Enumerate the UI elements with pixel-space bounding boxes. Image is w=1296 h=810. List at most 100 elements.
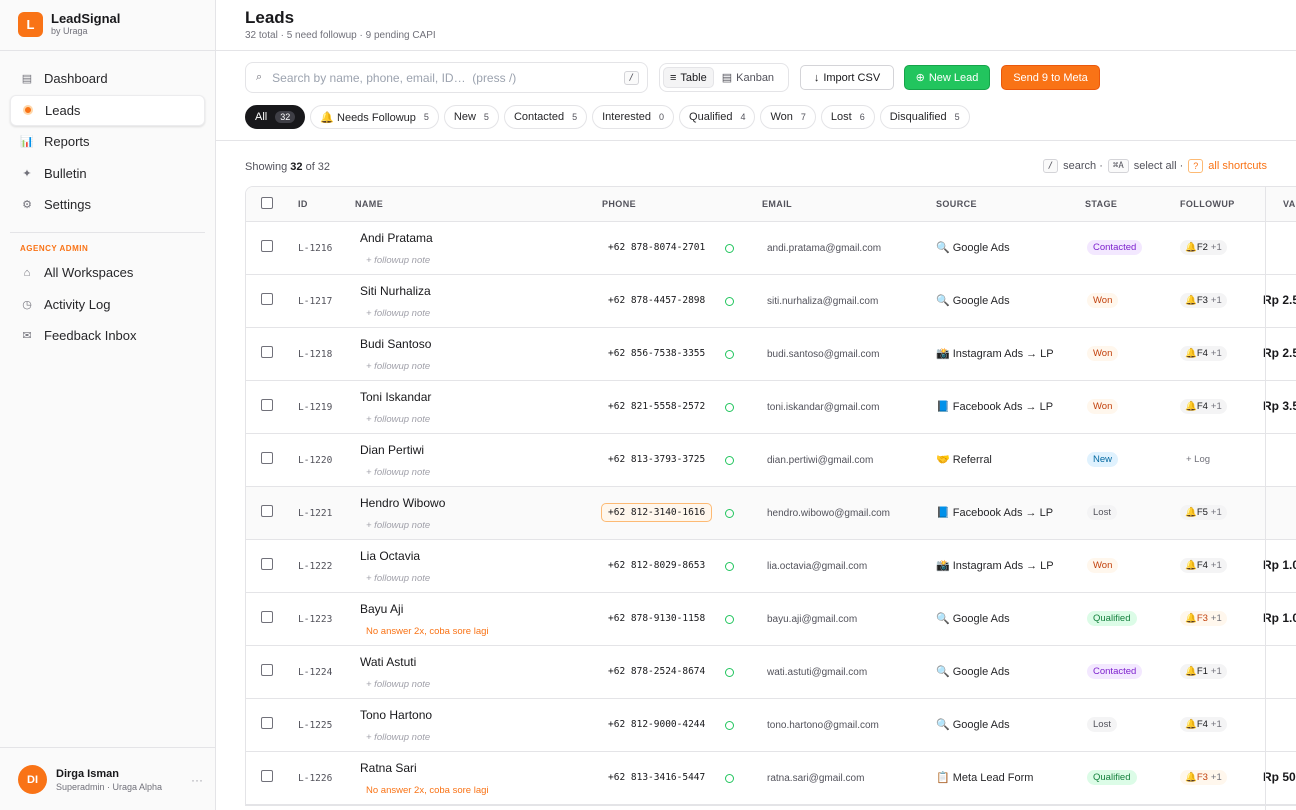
- select-all-checkbox[interactable]: [261, 197, 273, 209]
- table-row[interactable]: L-1226 Ratna Sari No answer 2x, coba sore …: [246, 752, 1296, 805]
- lead-name[interactable]: Toni Iskandar: [360, 390, 431, 404]
- admin-item-activity-log[interactable]: ◷ Activity Log: [10, 289, 205, 321]
- table-row[interactable]: L-1220 Dian Pertiwi + followup note +62 813…: [246, 434, 1296, 487]
- stage-badge[interactable]: Won: [1087, 293, 1119, 308]
- row-checkbox[interactable]: [261, 558, 273, 570]
- all-shortcuts-link[interactable]: all shortcuts: [1208, 160, 1267, 172]
- followup-badge[interactable]: 🔔F5 +1: [1180, 505, 1227, 520]
- stage-badge[interactable]: Lost: [1087, 505, 1117, 520]
- filter-chip[interactable]: All 32: [245, 105, 306, 129]
- table-row[interactable]: L-1225 Tono Hartono + followup note +62 812…: [246, 699, 1296, 752]
- followup-badge[interactable]: 🔔F1 +1: [1180, 664, 1227, 679]
- table-row[interactable]: L-1219 Toni Iskandar + followup note +62 82…: [246, 381, 1296, 434]
- lead-phone[interactable]: +62 813-3793-3725: [601, 450, 712, 469]
- lead-phone[interactable]: +62 878-2524-8674: [601, 662, 712, 681]
- col-value[interactable]: VA: [1283, 199, 1296, 209]
- new-lead-button[interactable]: ⊕ New Lead: [904, 65, 990, 90]
- col-id[interactable]: ID: [298, 199, 308, 209]
- lead-name[interactable]: Bayu Aji: [360, 602, 403, 616]
- followup-badge[interactable]: 🔔F3 +1: [1180, 770, 1227, 785]
- lead-phone[interactable]: +62 878-9130-1158: [601, 609, 712, 628]
- import-csv-button[interactable]: ↓ Import CSV: [800, 65, 894, 90]
- col-phone[interactable]: PHONE: [602, 199, 636, 209]
- lead-name[interactable]: Wati Astuti: [360, 655, 416, 669]
- whatsapp-icon[interactable]: [725, 244, 734, 253]
- row-checkbox[interactable]: [261, 611, 273, 623]
- whatsapp-icon[interactable]: [725, 774, 734, 783]
- table-view-button[interactable]: ≡ Table: [663, 67, 714, 88]
- followup-badge[interactable]: 🔔F4 +1: [1180, 399, 1227, 414]
- stage-badge[interactable]: Won: [1087, 399, 1119, 414]
- followup-note[interactable]: + followup note: [366, 467, 430, 478]
- lead-phone[interactable]: +62 821-5558-2572: [601, 397, 712, 416]
- filter-chip[interactable]: 🔔 Needs Followup 5: [310, 105, 439, 129]
- lead-name[interactable]: Andi Pratama: [360, 231, 433, 245]
- table-row[interactable]: L-1223 Bayu Aji No answer 2x, coba sore la…: [246, 593, 1296, 646]
- whatsapp-icon[interactable]: [725, 562, 734, 571]
- search-bar[interactable]: ⌕ /: [245, 62, 648, 93]
- table-row[interactable]: L-1218 Budi Santoso + followup note +62 856…: [246, 328, 1296, 381]
- row-checkbox[interactable]: [261, 452, 273, 464]
- admin-item-all-workspaces[interactable]: ⌂ All Workspaces: [10, 257, 205, 289]
- lead-name[interactable]: Tono Hartono: [360, 708, 432, 722]
- row-checkbox[interactable]: [261, 399, 273, 411]
- followup-note[interactable]: No answer 2x, coba sore lagi: [366, 626, 489, 637]
- lead-name[interactable]: Hendro Wibowo: [360, 496, 445, 510]
- stage-badge[interactable]: Contacted: [1087, 664, 1143, 679]
- brand[interactable]: L LeadSignal by Uraga: [18, 12, 120, 37]
- stage-badge[interactable]: New: [1087, 452, 1119, 467]
- table-row[interactable]: L-1217 Siti Nurhaliza + followup note +62 8…: [246, 275, 1296, 328]
- lead-phone[interactable]: +62 813-3416-5447: [601, 768, 712, 787]
- col-stage[interactable]: STAGE: [1085, 199, 1117, 209]
- row-checkbox[interactable]: [261, 240, 273, 252]
- sidebar-item-reports[interactable]: 📊 Reports: [10, 126, 205, 158]
- followup-note[interactable]: + followup note: [366, 255, 430, 266]
- user-profile[interactable]: DI Dirga Isman Superadmin · Uraga Alpha …: [18, 765, 203, 794]
- followup-badge[interactable]: 🔔F4 +1: [1180, 558, 1227, 573]
- stage-badge[interactable]: Won: [1087, 558, 1119, 573]
- whatsapp-icon[interactable]: [725, 721, 734, 730]
- row-checkbox[interactable]: [261, 505, 273, 517]
- lead-phone[interactable]: +62 812-9000-4244: [601, 715, 712, 734]
- table-row[interactable]: L-1224 Wati Astuti + followup note +62 878-…: [246, 646, 1296, 699]
- lead-phone[interactable]: +62 878-4457-2898: [601, 291, 712, 310]
- lead-phone[interactable]: +62 812-3140-1616: [601, 503, 713, 522]
- row-checkbox[interactable]: [261, 770, 273, 782]
- col-email[interactable]: EMAIL: [762, 199, 792, 209]
- followup-note[interactable]: + followup note: [366, 520, 430, 531]
- stage-badge[interactable]: Lost: [1087, 717, 1117, 732]
- followup-badge[interactable]: 🔔F2 +1: [1180, 240, 1227, 255]
- lead-name[interactable]: Dian Pertiwi: [360, 443, 424, 457]
- stage-badge[interactable]: Qualified: [1087, 611, 1137, 626]
- table-row[interactable]: L-1216 Andi Pratama + followup note +62 878…: [246, 222, 1296, 275]
- lead-name[interactable]: Ratna Sari: [360, 761, 417, 775]
- lead-phone[interactable]: +62 812-8029-8653: [601, 556, 712, 575]
- admin-item-feedback-inbox[interactable]: ✉ Feedback Inbox: [10, 320, 205, 352]
- followup-badge[interactable]: 🔔F4 +1: [1180, 346, 1227, 361]
- filter-chip[interactable]: Won 7: [760, 105, 816, 129]
- followup-note[interactable]: + followup note: [366, 308, 430, 319]
- sidebar-item-bulletin[interactable]: ✦ Bulletin: [10, 158, 205, 190]
- lead-name[interactable]: Siti Nurhaliza: [360, 284, 431, 298]
- followup-badge[interactable]: 🔔F3 +1: [1180, 611, 1227, 626]
- filter-chip[interactable]: Lost 6: [820, 105, 875, 129]
- filter-chip[interactable]: Interested 0: [592, 105, 675, 129]
- filter-chip[interactable]: Contacted 5: [503, 105, 588, 129]
- col-name[interactable]: NAME: [355, 199, 383, 209]
- col-followup[interactable]: FOLLOWUP: [1180, 199, 1235, 209]
- whatsapp-icon[interactable]: [725, 456, 734, 465]
- send-to-meta-button[interactable]: Send 9 to Meta: [1001, 65, 1100, 90]
- followup-note[interactable]: + followup note: [366, 414, 430, 425]
- stage-badge[interactable]: Contacted: [1087, 240, 1143, 255]
- table-row[interactable]: L-1222 Lia Octavia + followup note +62 812-…: [246, 540, 1296, 593]
- row-checkbox[interactable]: [261, 717, 273, 729]
- filter-chip[interactable]: Qualified 4: [679, 105, 756, 129]
- sidebar-item-leads[interactable]: Leads: [10, 94, 205, 126]
- filter-chip[interactable]: Disqualified 5: [879, 105, 970, 129]
- whatsapp-icon[interactable]: [725, 403, 734, 412]
- table-row[interactable]: L-1221 Hendro Wibowo + followup note +62 81…: [246, 487, 1296, 540]
- filter-chip[interactable]: New 5: [443, 105, 499, 129]
- whatsapp-icon[interactable]: [725, 297, 734, 306]
- sidebar-item-settings[interactable]: ⚙ Settings: [10, 189, 205, 221]
- lead-phone[interactable]: +62 856-7538-3355: [601, 344, 712, 363]
